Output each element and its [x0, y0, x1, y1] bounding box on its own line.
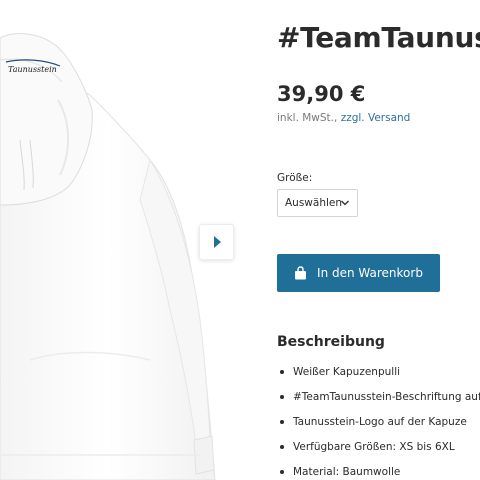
list-item: Material: Baumwolle	[277, 459, 480, 480]
list-item-text: Verfügbare Größen: XS bis 6XL	[293, 440, 455, 453]
chevron-down-icon	[341, 200, 349, 206]
size-select[interactable]: Auswählen	[277, 189, 358, 217]
hood-logo-text: Taunusstein	[8, 65, 57, 74]
tax-info: inkl. MwSt., zzgl. Versand	[277, 112, 410, 124]
gallery-next-button[interactable]	[199, 224, 234, 260]
size-select-value: Auswählen	[285, 197, 343, 209]
product-title: #TeamTaunusstein	[277, 21, 480, 54]
shopping-bag-icon	[295, 266, 307, 280]
list-item: #TeamTaunusstein-Beschriftung auf der Br…	[277, 384, 480, 409]
tax-text: inkl. MwSt.,	[277, 112, 341, 124]
description-list: Weißer Kapuzenpulli #TeamTaunusstein-Bes…	[277, 359, 480, 480]
product-image-gallery: Taunusstein	[0, 0, 250, 480]
list-item: Weißer Kapuzenpulli	[277, 359, 480, 384]
description-heading: Beschreibung	[277, 334, 385, 350]
list-item-text: Taunusstein-Logo auf der Kapuze	[293, 415, 467, 428]
product-price: 39,90 €	[277, 82, 366, 106]
bullet-icon	[280, 419, 284, 424]
list-item-text: Material: Baumwolle	[293, 465, 401, 478]
size-label: Größe:	[277, 172, 313, 184]
shipping-link[interactable]: zzgl. Versand	[341, 112, 411, 124]
product-info: #TeamTaunusstein 39,90 € inkl. MwSt., zz…	[277, 0, 480, 480]
chevron-right-icon	[213, 236, 221, 248]
list-item: Verfügbare Größen: XS bis 6XL	[277, 434, 480, 459]
bullet-icon	[280, 369, 284, 374]
bullet-icon	[280, 444, 284, 449]
bullet-icon	[280, 469, 284, 474]
product-page: Taunusstein #TeamTaunusstein 39,90 € ink…	[0, 0, 480, 480]
list-item-text: #TeamTaunusstein-Beschriftung auf der Br…	[293, 390, 480, 403]
bullet-icon	[280, 394, 284, 399]
add-to-cart-label: In den Warenkorb	[317, 266, 423, 280]
list-item-text: Weißer Kapuzenpulli	[293, 365, 401, 378]
list-item: Taunusstein-Logo auf der Kapuze	[277, 409, 480, 434]
add-to-cart-button[interactable]: In den Warenkorb	[277, 254, 440, 292]
